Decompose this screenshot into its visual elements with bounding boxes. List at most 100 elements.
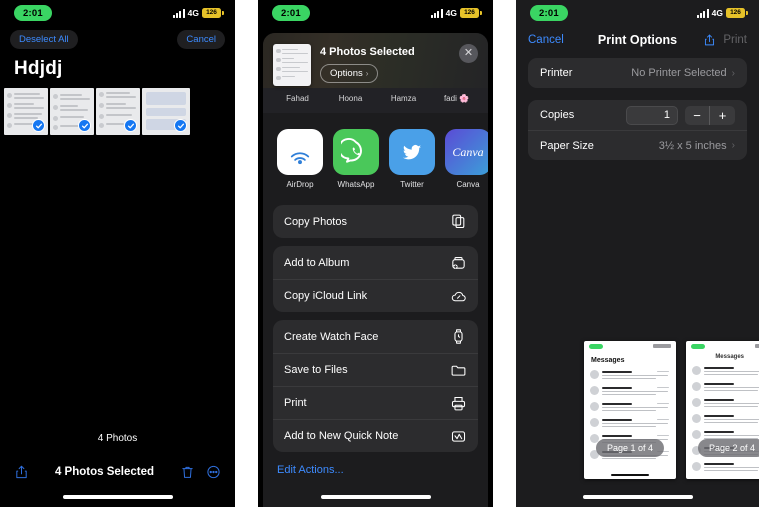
- share-icon[interactable]: [703, 32, 716, 48]
- page-preview-2[interactable]: Messages Page 2 of 4: [686, 341, 759, 479]
- print-button[interactable]: Print: [723, 34, 747, 46]
- contact-item[interactable]: De: [483, 94, 488, 103]
- share-app-canva[interactable]: Canva Canva: [445, 129, 488, 189]
- contact-item[interactable]: Fahad: [271, 94, 324, 103]
- share-sheet-title: 4 Photos Selected: [320, 46, 415, 58]
- home-indicator: [582, 495, 693, 499]
- chevron-right-icon: ›: [731, 140, 735, 151]
- selected-check-icon: [78, 119, 91, 132]
- action-group-2: Add to Album Copy iCloud Link: [273, 246, 478, 312]
- close-icon[interactable]: ✕: [459, 44, 478, 63]
- action-label: Save to Files: [284, 364, 348, 376]
- contact-name: De: [483, 94, 488, 103]
- chevron-right-icon: ›: [365, 69, 369, 78]
- screenshot-stage: 2:01 4G 126 Deselect All Cancel Hdjdj 4 …: [0, 0, 759, 507]
- share-app-airdrop[interactable]: AirDrop: [277, 129, 323, 189]
- share-app-twitter[interactable]: Twitter: [389, 129, 435, 189]
- page-badge: Page 1 of 4: [595, 439, 665, 457]
- contact-name: Hoona: [338, 94, 363, 103]
- quantity-stepper[interactable]: 1 − +: [626, 105, 735, 125]
- share-app-label: WhatsApp: [337, 180, 375, 189]
- copies-row: Copies 1 − +: [528, 100, 747, 130]
- phone-panel-share-sheet: 2:01 4G 126 4 Photos Selected Options › …: [258, 0, 493, 507]
- action-group-1: Copy Photos: [273, 205, 478, 238]
- photo-thumbnail-1[interactable]: [4, 88, 48, 135]
- print-settings-group: Copies 1 − + Paper Size 3½ x 5 inches ›: [528, 100, 747, 160]
- print-options-nav-right: Print: [703, 32, 747, 48]
- action-create-watch-face[interactable]: Create Watch Face: [273, 320, 478, 353]
- network-label: 4G: [445, 8, 457, 18]
- options-button[interactable]: Options ›: [320, 64, 379, 83]
- action-label: Add to Album: [284, 256, 350, 269]
- photo-thumbnail-row: [0, 88, 235, 135]
- printer-label: Printer: [540, 67, 573, 79]
- action-save-to-files[interactable]: Save to Files: [273, 353, 478, 386]
- share-app-whatsapp[interactable]: WhatsApp: [333, 129, 379, 189]
- network-label: 4G: [187, 8, 199, 18]
- status-time: 2:01: [272, 5, 310, 21]
- action-copy-icloud-link[interactable]: Copy iCloud Link: [273, 279, 478, 312]
- printer-row[interactable]: Printer No Printer Selected ›: [528, 58, 747, 88]
- share-sheet-header-text: 4 Photos Selected Options ›: [320, 46, 450, 83]
- add-to-album-icon: [452, 257, 465, 270]
- photo-thumbnail-2[interactable]: [50, 88, 94, 135]
- copies-decrement-button[interactable]: −: [685, 105, 710, 125]
- network-label: 4G: [711, 8, 723, 18]
- page-preview-strip[interactable]: Messages Page 1 of 4 Messages Page 2 of …: [516, 341, 759, 479]
- printer-icon: [451, 396, 466, 410]
- suggested-contacts-row: Fahad Hoona Hamza fadi 🌸 De: [263, 88, 488, 113]
- share-icon[interactable]: [14, 463, 29, 481]
- home-indicator: [62, 495, 173, 499]
- copies-increment-button[interactable]: +: [710, 106, 735, 125]
- share-apps-row: AirDrop WhatsApp Twitter Canva Canva: [263, 113, 488, 197]
- ellipsis-circle-icon[interactable]: [206, 463, 221, 481]
- cellular-bars-icon: [173, 8, 185, 18]
- action-print[interactable]: Print: [273, 386, 478, 419]
- copies-label: Copies: [540, 109, 575, 121]
- watch-icon: [454, 329, 463, 344]
- battery-level: 126: [206, 8, 217, 16]
- deselect-all-button[interactable]: Deselect All: [10, 30, 78, 49]
- phone-panel-print-options: 2:01 4G 126 Cancel Print Options Print P…: [516, 0, 759, 507]
- whatsapp-icon: [333, 129, 379, 175]
- print-options-nav-bar: Cancel Print Options Print: [516, 26, 759, 58]
- copy-icon: [452, 214, 465, 229]
- photo-thumbnail-4[interactable]: [142, 88, 190, 135]
- share-sheet-header: 4 Photos Selected Options › ✕: [263, 33, 488, 88]
- album-title: Hdjdj: [14, 58, 63, 79]
- trash-icon[interactable]: [180, 463, 195, 481]
- photo-thumbnail-3[interactable]: [96, 88, 140, 135]
- action-copy-photos[interactable]: Copy Photos: [273, 205, 478, 238]
- status-indicators: 4G 126: [173, 8, 224, 18]
- page-badge: Page 2 of 4: [697, 439, 759, 457]
- share-sheet: 4 Photos Selected Options › ✕ Fahad Hoon…: [263, 33, 488, 507]
- cancel-button[interactable]: Cancel: [177, 30, 225, 49]
- preview-heading: Messages: [591, 357, 625, 364]
- selected-check-icon: [174, 119, 187, 132]
- edit-actions-button[interactable]: Edit Actions...: [263, 452, 488, 476]
- status-time: 2:01: [530, 5, 568, 21]
- action-group-3: Create Watch Face Save to Files Print Ad…: [273, 320, 478, 452]
- status-bar: 2:01 4G 126: [0, 0, 235, 26]
- paper-size-row[interactable]: Paper Size 3½ x 5 inches ›: [528, 130, 747, 160]
- page-preview-1[interactable]: Messages Page 1 of 4: [584, 341, 676, 479]
- action-label: Copy Photos: [284, 215, 347, 228]
- action-add-to-new-quick-note[interactable]: Add to New Quick Note: [273, 419, 478, 452]
- status-bar: 2:01 4G 126: [516, 0, 759, 26]
- copies-value[interactable]: 1: [626, 105, 678, 125]
- action-add-to-album[interactable]: Add to Album: [273, 246, 478, 279]
- twitter-icon: [389, 129, 435, 175]
- preview-status-icons: [755, 344, 759, 348]
- quick-note-icon: [451, 430, 466, 442]
- cancel-button[interactable]: Cancel: [528, 34, 564, 46]
- contact-item[interactable]: Hoona: [324, 94, 377, 103]
- folder-icon: [451, 365, 466, 376]
- contact-item[interactable]: Hamza: [377, 94, 430, 103]
- preview-status-time: [691, 344, 705, 349]
- paper-size-value: 3½ x 5 inches: [658, 139, 727, 152]
- contact-item[interactable]: fadi 🌸: [430, 94, 483, 103]
- share-app-label: AirDrop: [286, 180, 314, 189]
- contact-name: Fahad: [286, 94, 309, 103]
- status-time: 2:01: [14, 5, 52, 21]
- preview-status-icons: [653, 344, 671, 348]
